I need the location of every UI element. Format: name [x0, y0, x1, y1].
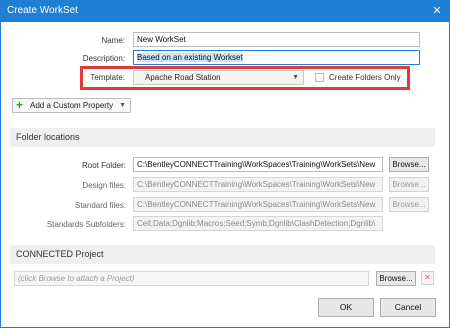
connected-project-heading: CONNECTED Project [16, 249, 104, 259]
plus-icon: + [16, 98, 24, 112]
cancel-button[interactable]: Cancel [380, 298, 436, 317]
standard-files-label: Standard files: [74, 201, 126, 210]
root-folder-label: Root Folder: [81, 161, 126, 170]
standard-files-input: C:\BentleyCONNECTTraining\WorkSpaces\Tra… [133, 197, 383, 212]
clear-project-icon[interactable]: ✕ [421, 271, 434, 285]
standard-files-browse-button: Browse... [389, 197, 429, 212]
connected-project-header: CONNECTED Project [10, 245, 435, 264]
description-label: Description: [82, 54, 125, 63]
root-folder-input[interactable]: C:\BentleyCONNECTTraining\WorkSpaces\Tra… [133, 157, 383, 172]
design-files-value: C:\BentleyCONNECTTraining\WorkSpaces\Tra… [137, 180, 376, 189]
create-folders-checkbox[interactable] [315, 73, 324, 82]
close-icon[interactable]: ✕ [424, 0, 450, 22]
title-bar: Create WorkSet ✕ [0, 0, 450, 22]
description-input[interactable]: Based on an existing Workset [133, 50, 420, 65]
standard-files-value: C:\BentleyCONNECTTraining\WorkSpaces\Tra… [137, 200, 376, 209]
window-title: Create WorkSet [7, 5, 78, 16]
connected-project-placeholder: (click Browse to attach a Project) [18, 274, 135, 283]
folder-locations-heading: Folder locations [16, 132, 80, 142]
create-folders-label: Create Folders Only [329, 73, 401, 82]
template-label: Template: [90, 73, 125, 82]
chevron-down-icon: ▼ [119, 102, 126, 109]
name-label: Name: [101, 36, 125, 45]
standards-subfolders-input: Cell;Data;Dgnlib;Macros;Seed;Symb;Dgnlib… [133, 216, 383, 231]
add-custom-property-button[interactable]: + Add a Custom Property ▼ [12, 98, 131, 113]
folder-locations-header: Folder locations [10, 128, 435, 147]
standards-subfolders-value: Cell;Data;Dgnlib;Macros;Seed;Symb;Dgnlib… [137, 219, 376, 228]
design-files-label: Design files: [82, 181, 126, 190]
standards-subfolders-label: Standards Subfolders: [46, 220, 126, 229]
root-folder-browse-button[interactable]: Browse... [389, 157, 429, 172]
add-custom-property-label: Add a Custom Property [30, 101, 114, 110]
design-files-browse-button: Browse... [389, 177, 429, 192]
root-folder-value: C:\BentleyCONNECTTraining\WorkSpaces\Tra… [137, 160, 376, 169]
description-value: Based on an existing Workset [137, 53, 243, 62]
template-dropdown[interactable]: Apache Road Station ▼ [133, 70, 304, 85]
ok-button[interactable]: OK [318, 298, 374, 317]
design-files-input: C:\BentleyCONNECTTraining\WorkSpaces\Tra… [133, 177, 383, 192]
template-value: Apache Road Station [145, 73, 221, 82]
chevron-down-icon: ▼ [292, 74, 299, 81]
name-value: New WorkSet [137, 35, 186, 44]
connected-browse-button[interactable]: Browse... [376, 271, 416, 286]
connected-project-input[interactable]: (click Browse to attach a Project) [14, 271, 369, 286]
name-input[interactable]: New WorkSet [133, 32, 420, 47]
